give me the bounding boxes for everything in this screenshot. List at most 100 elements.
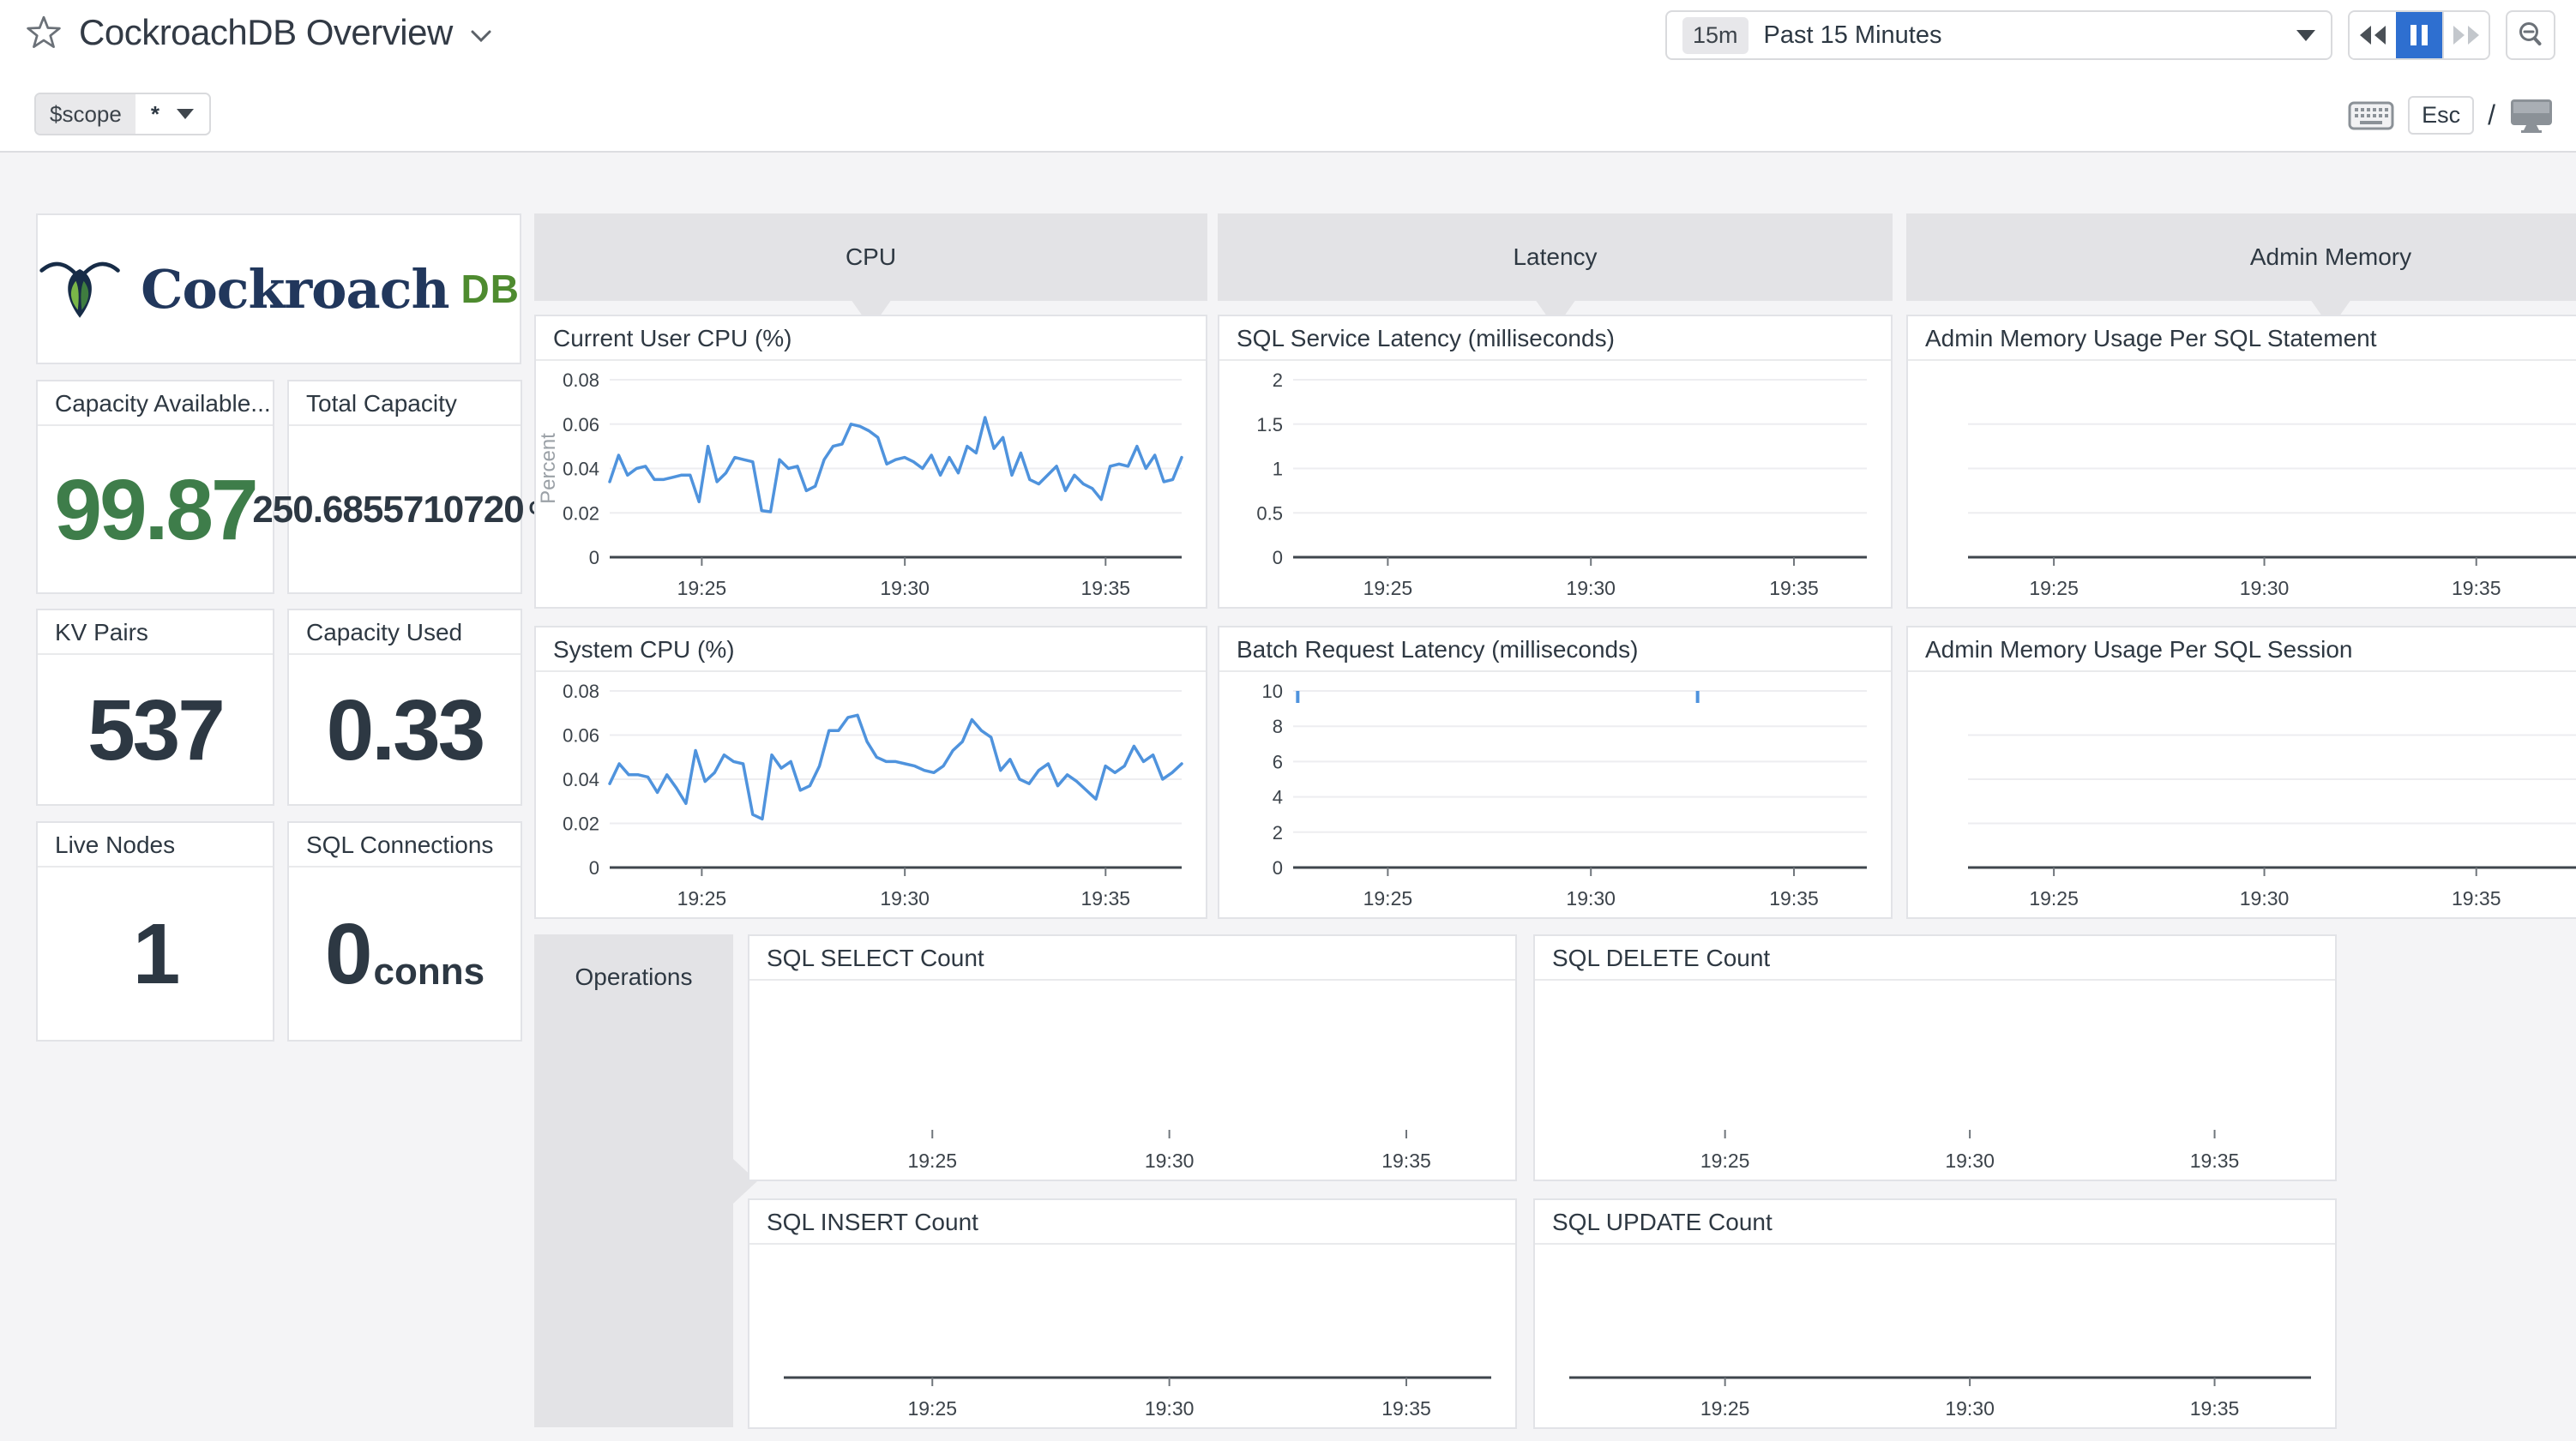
svg-text:19:25: 19:25 (1363, 887, 1413, 910)
cockroachdb-logo-card[interactable]: Cockroach DB (36, 213, 521, 364)
svg-text:19:35: 19:35 (1381, 1150, 1431, 1172)
stat-value: 1 (133, 905, 178, 1004)
top-bar: CockroachDB Overview 15m Past 15 Minutes (0, 0, 2576, 153)
stat-value: 250.6855710720 (252, 489, 523, 531)
chart-title: Batch Request Latency (milliseconds) (1219, 627, 1891, 672)
keyboard-icon[interactable] (2348, 99, 2394, 132)
stat-value: 0.33 (327, 681, 484, 780)
stat-card-sql-connections[interactable]: SQL Connections 0 conns (287, 821, 522, 1042)
chart-title: Admin Memory Usage Per SQL Session (1908, 627, 2576, 672)
stat-card-capacity-used[interactable]: Capacity Used 0.33 (287, 609, 522, 806)
group-header-operations[interactable]: Operations (534, 934, 733, 1427)
chart-card-system-cpu[interactable]: System CPU (%) 00.020.040.060.0819:2519:… (534, 626, 1207, 919)
chart-plot: 19:2519:3019:35 (749, 1246, 1515, 1427)
group-header-cpu[interactable]: CPU (534, 213, 1207, 301)
chart-card-sql-update-count[interactable]: SQL UPDATE Count 19:2519:3019:35 (1533, 1198, 2337, 1429)
chart-plot: 19:2519:3019:35 (1535, 1246, 2335, 1427)
stat-value: 0 (325, 905, 370, 1004)
chart-card-sql-insert-count[interactable]: SQL INSERT Count 19:2519:3019:35 (748, 1198, 1517, 1429)
svg-text:19:30: 19:30 (880, 577, 930, 599)
scope-variable-value[interactable]: * (135, 94, 209, 134)
svg-text:19:30: 19:30 (2240, 887, 2290, 910)
scope-variable-name: $scope (36, 94, 135, 134)
pause-button[interactable] (2396, 12, 2442, 58)
svg-text:19:35: 19:35 (1081, 577, 1131, 599)
stat-card-kv-pairs[interactable]: KV Pairs 537 (36, 609, 274, 806)
stat-title: SQL Connections (289, 823, 521, 868)
chart-plot: 024681019:2519:3019:35 (1219, 674, 1891, 917)
svg-text:19:25: 19:25 (1700, 1150, 1750, 1172)
svg-text:0: 0 (1273, 857, 1283, 879)
svg-text:19:30: 19:30 (1945, 1397, 1995, 1420)
logo-brand-text: Cockroach (141, 258, 448, 321)
chart-card-current-user-cpu[interactable]: Current User CPU (%) 00.020.040.060.0819… (534, 315, 1207, 609)
chart-plot: 00.020.040.060.0819:2519:3019:35Percent (536, 363, 1206, 607)
svg-text:19:30: 19:30 (880, 887, 930, 910)
dropdown-caret-icon (177, 109, 194, 119)
svg-text:0.06: 0.06 (563, 414, 599, 435)
chevron-down-icon[interactable] (470, 28, 492, 44)
stat-title: Live Nodes (38, 823, 273, 868)
svg-text:19:35: 19:35 (2190, 1397, 2240, 1420)
svg-text:1.5: 1.5 (1256, 414, 1283, 435)
chart-plot: 19:2519:3019:35 (1535, 982, 2335, 1180)
svg-text:19:25: 19:25 (2029, 887, 2079, 910)
dropdown-caret-icon (2296, 30, 2315, 41)
svg-text:19:30: 19:30 (1566, 887, 1616, 910)
stat-card-total-capacity[interactable]: Total Capacity 250.6855710720 GB (287, 380, 522, 594)
zoom-out-button[interactable] (2506, 10, 2555, 60)
chart-title: System CPU (%) (536, 627, 1206, 672)
svg-text:0.04: 0.04 (563, 459, 599, 480)
favorite-star-icon[interactable] (26, 15, 62, 51)
chart-card-batch-request-latency[interactable]: Batch Request Latency (milliseconds) 024… (1218, 626, 1893, 919)
time-range-selector[interactable]: 15m Past 15 Minutes (1665, 10, 2332, 60)
group-label: Latency (1513, 243, 1597, 271)
chart-card-sql-service-latency[interactable]: SQL Service Latency (milliseconds) 00.51… (1218, 315, 1893, 609)
chart-plot: 19:25 19:30 19:35 (1908, 674, 2576, 917)
logo-db-text: DB (461, 266, 520, 312)
shortcut-hints: Esc / (2348, 96, 2554, 135)
dashboard-title-row: CockroachDB Overview (26, 12, 492, 53)
chart-plot: 00.020.040.060.0819:2519:3019:35 (536, 674, 1206, 917)
chart-title: SQL INSERT Count (749, 1200, 1515, 1245)
svg-text:19:30: 19:30 (1145, 1397, 1195, 1420)
svg-text:19:35: 19:35 (1769, 887, 1819, 910)
group-header-latency[interactable]: Latency (1218, 213, 1893, 301)
svg-text:Percent: Percent (537, 433, 560, 504)
stat-unit: conns (374, 951, 485, 1004)
page-title[interactable]: CockroachDB Overview (79, 12, 453, 53)
chart-card-sql-select-count[interactable]: SQL SELECT Count 19:2519:3019:35 (748, 934, 1517, 1181)
chart-card-sql-delete-count[interactable]: SQL DELETE Count 19:2519:3019:35 (1533, 934, 2337, 1181)
template-variable-scope[interactable]: $scope * (34, 93, 211, 135)
svg-text:0.06: 0.06 (563, 725, 599, 747)
group-header-admin-memory[interactable]: Admin Memory (1906, 213, 2576, 301)
scope-value-text: * (151, 101, 159, 128)
cockroach-bug-icon (38, 249, 122, 328)
group-label: Admin Memory (2250, 243, 2411, 271)
chart-card-admin-memory-statement[interactable]: Admin Memory Usage Per SQL Statement 19:… (1906, 315, 2576, 609)
chart-title: Admin Memory Usage Per SQL Statement (1908, 316, 2576, 361)
dashboard-canvas: Cockroach DB Capacity Available... 99.87… (0, 153, 2576, 1441)
svg-text:0.08: 0.08 (563, 681, 599, 702)
svg-text:19:35: 19:35 (2452, 887, 2501, 910)
stat-card-capacity-available[interactable]: Capacity Available... 99.87 (36, 380, 274, 594)
stat-card-live-nodes[interactable]: Live Nodes 1 (36, 821, 274, 1042)
chart-plot: 00.511.5219:2519:3019:35 (1219, 363, 1891, 607)
svg-text:19:25: 19:25 (907, 1397, 957, 1420)
svg-text:1: 1 (1273, 459, 1283, 480)
chart-title: Current User CPU (%) (536, 316, 1206, 361)
rewind-button[interactable] (2350, 12, 2396, 58)
svg-text:4: 4 (1273, 787, 1283, 808)
time-range-label: Past 15 Minutes (1764, 21, 2281, 50)
chart-title: SQL SELECT Count (749, 936, 1515, 981)
esc-key-hint: Esc (2408, 96, 2474, 135)
stat-value: 537 (87, 681, 223, 780)
time-controls: 15m Past 15 Minutes (1665, 10, 2555, 60)
tv-mode-icon[interactable] (2509, 98, 2554, 134)
svg-text:0.5: 0.5 (1256, 502, 1283, 524)
forward-button[interactable] (2442, 12, 2489, 58)
svg-text:0.02: 0.02 (563, 502, 599, 524)
chart-card-admin-memory-session[interactable]: Admin Memory Usage Per SQL Session 19:25… (1906, 626, 2576, 919)
stat-value: 99.87 (54, 461, 256, 560)
svg-text:19:35: 19:35 (2190, 1150, 2240, 1172)
